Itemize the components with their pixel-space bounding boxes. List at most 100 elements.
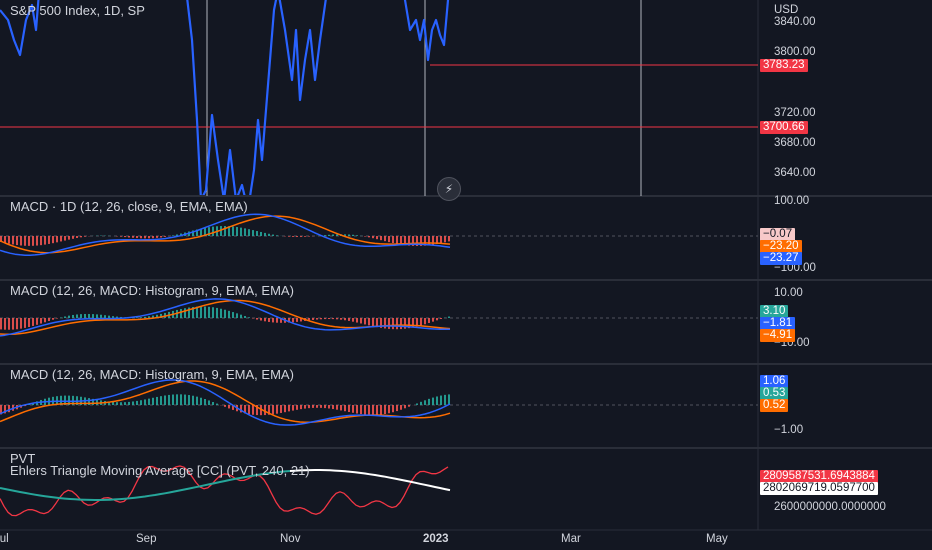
macd-3-hist-bar xyxy=(8,405,10,413)
macd-1-hist-bar xyxy=(296,236,298,237)
macd-3-hist-bar xyxy=(320,405,322,408)
macd-2-hist-bar xyxy=(136,317,138,318)
macd-2-hist-bar xyxy=(336,318,338,320)
macd-2-hist-bar xyxy=(0,318,2,330)
macd-2-hist-bar xyxy=(8,318,10,330)
macd-3-hist-bar xyxy=(440,395,442,405)
macd-1-hist-bar xyxy=(164,236,166,237)
macd-1-tick: 100.00 xyxy=(774,195,810,207)
macd-2-hist-bar xyxy=(104,315,106,318)
macd-2-hist-bar xyxy=(364,318,366,325)
macd-3-hist-bar xyxy=(332,405,334,410)
macd-2-hist-bar xyxy=(56,318,58,319)
macd-1-hist-bar xyxy=(68,236,70,240)
macd-2-hist-bar xyxy=(244,315,246,318)
macd-1-hist-bar xyxy=(120,236,122,237)
price-tick: 3720.00 xyxy=(774,107,816,119)
macd-3-hist-bar xyxy=(420,401,422,405)
macd-3-hist-bar xyxy=(224,405,226,407)
macd-2-hist-bar xyxy=(92,314,94,318)
macd-3-hist-bar xyxy=(384,405,386,415)
macd-2-hist-bar xyxy=(140,317,142,318)
macd-1-hist-bar xyxy=(292,236,294,237)
macd-2-hist-bar xyxy=(384,318,386,329)
macd-1-hist-bar xyxy=(240,227,242,236)
macd-1-hist-bar xyxy=(28,236,30,246)
x-tick-jul: Jul xyxy=(0,533,9,545)
macd-3-hist-bar xyxy=(120,402,122,405)
macd-3-macd-line xyxy=(0,379,451,426)
macd-1-hist-bar xyxy=(276,235,278,236)
macd-2-hist-bar xyxy=(88,313,90,318)
macd-2-hist-bar xyxy=(208,306,210,318)
macd-2-hist-bar xyxy=(72,314,74,318)
macd-3-hist-bar xyxy=(432,397,434,405)
macd-2-hist-bar xyxy=(264,318,266,322)
macd-2-hist-bar xyxy=(320,318,322,320)
macd-1-hist-bar xyxy=(332,234,334,236)
macd-1-hist-bar xyxy=(20,236,22,246)
macd-1-hist-bar xyxy=(132,236,134,238)
macd-3-hist-bar xyxy=(188,395,190,405)
macd-3-tick: −1.00 xyxy=(774,424,804,436)
macd-2-hist-bar xyxy=(220,308,222,318)
macd-3-hist-bar xyxy=(164,395,166,405)
macd-1-hist-bar xyxy=(364,236,366,237)
macd-3-hist-bar xyxy=(280,405,282,413)
macd-2-hist-bar xyxy=(352,318,354,322)
macd-2-hist-bar xyxy=(36,318,38,325)
macd-2-hist-bar xyxy=(328,318,330,320)
macd-2-hist-bar xyxy=(184,308,186,318)
macd-3-hist-bar xyxy=(204,399,206,405)
macd-1-hist-bar xyxy=(144,236,146,239)
macd-3-hist-bar xyxy=(160,396,162,405)
macd-1-hist-bar xyxy=(324,235,326,236)
macd-1-hist-bar xyxy=(172,235,174,236)
macd-1-hist-bar xyxy=(328,234,330,236)
macd-2-hist-bar xyxy=(76,314,78,318)
x-tick-sep: Sep xyxy=(136,533,157,545)
macd-1-hist-bar xyxy=(256,231,258,236)
macd-1-hist-bar xyxy=(252,230,254,236)
macd-1-hist-bar xyxy=(288,236,290,237)
macd-3-hist-bar xyxy=(304,405,306,409)
macd-3-hist-bar xyxy=(328,405,330,409)
macd-1-hist-bar xyxy=(304,236,306,237)
macd-3-hist-bar xyxy=(444,394,446,405)
macd-3-hist-bar xyxy=(296,405,298,410)
macd-3-hist-bar xyxy=(436,396,438,405)
macd-3-hist-bar xyxy=(400,405,402,410)
macd-1-hist-bar xyxy=(352,234,354,236)
macd-3-hist-bar xyxy=(340,405,342,411)
macd-3-hist-bar xyxy=(132,401,134,405)
macd-2-hist-bar xyxy=(428,318,430,323)
macd-3-hist-bar xyxy=(392,405,394,413)
macd-2-hist-bar xyxy=(24,318,26,328)
macd-1-hist-bar xyxy=(4,236,6,243)
macd-2-hist-bar xyxy=(340,318,342,320)
macd-2-hist-bar xyxy=(40,318,42,324)
macd-3-hist-bar xyxy=(284,405,286,413)
macd-3-hist-bar xyxy=(404,405,406,409)
macd-3-hist-bar xyxy=(360,405,362,415)
macd-2-hist-bar xyxy=(4,318,6,330)
macd-2-hist-bar xyxy=(292,318,294,323)
macd-2-hist-bar xyxy=(324,318,326,320)
macd-2-hist-bar xyxy=(296,318,298,322)
macd-3-hist-bar xyxy=(148,398,150,405)
x-tick-may: May xyxy=(706,533,728,545)
macd-2-hist-bar xyxy=(84,313,86,318)
macd-1-hist-bar xyxy=(12,236,14,245)
macd-2-hist-bar xyxy=(396,318,398,330)
macd-3-hist-bar xyxy=(264,405,266,416)
macd-3-hist-bar xyxy=(324,405,326,409)
macd-2-hist-bar xyxy=(200,306,202,318)
macd-1-hist-bar xyxy=(160,236,162,238)
macd-3-hist-bar xyxy=(348,405,350,413)
macd-3-hist-bar xyxy=(248,405,250,415)
macd-3-hist-bar xyxy=(300,405,302,410)
bolt-icon[interactable]: ⚡ xyxy=(437,177,461,201)
macd-1-hist-bar xyxy=(376,236,378,240)
macd-2-hist-bar xyxy=(20,318,22,329)
macd-2-hist-bar xyxy=(400,318,402,330)
